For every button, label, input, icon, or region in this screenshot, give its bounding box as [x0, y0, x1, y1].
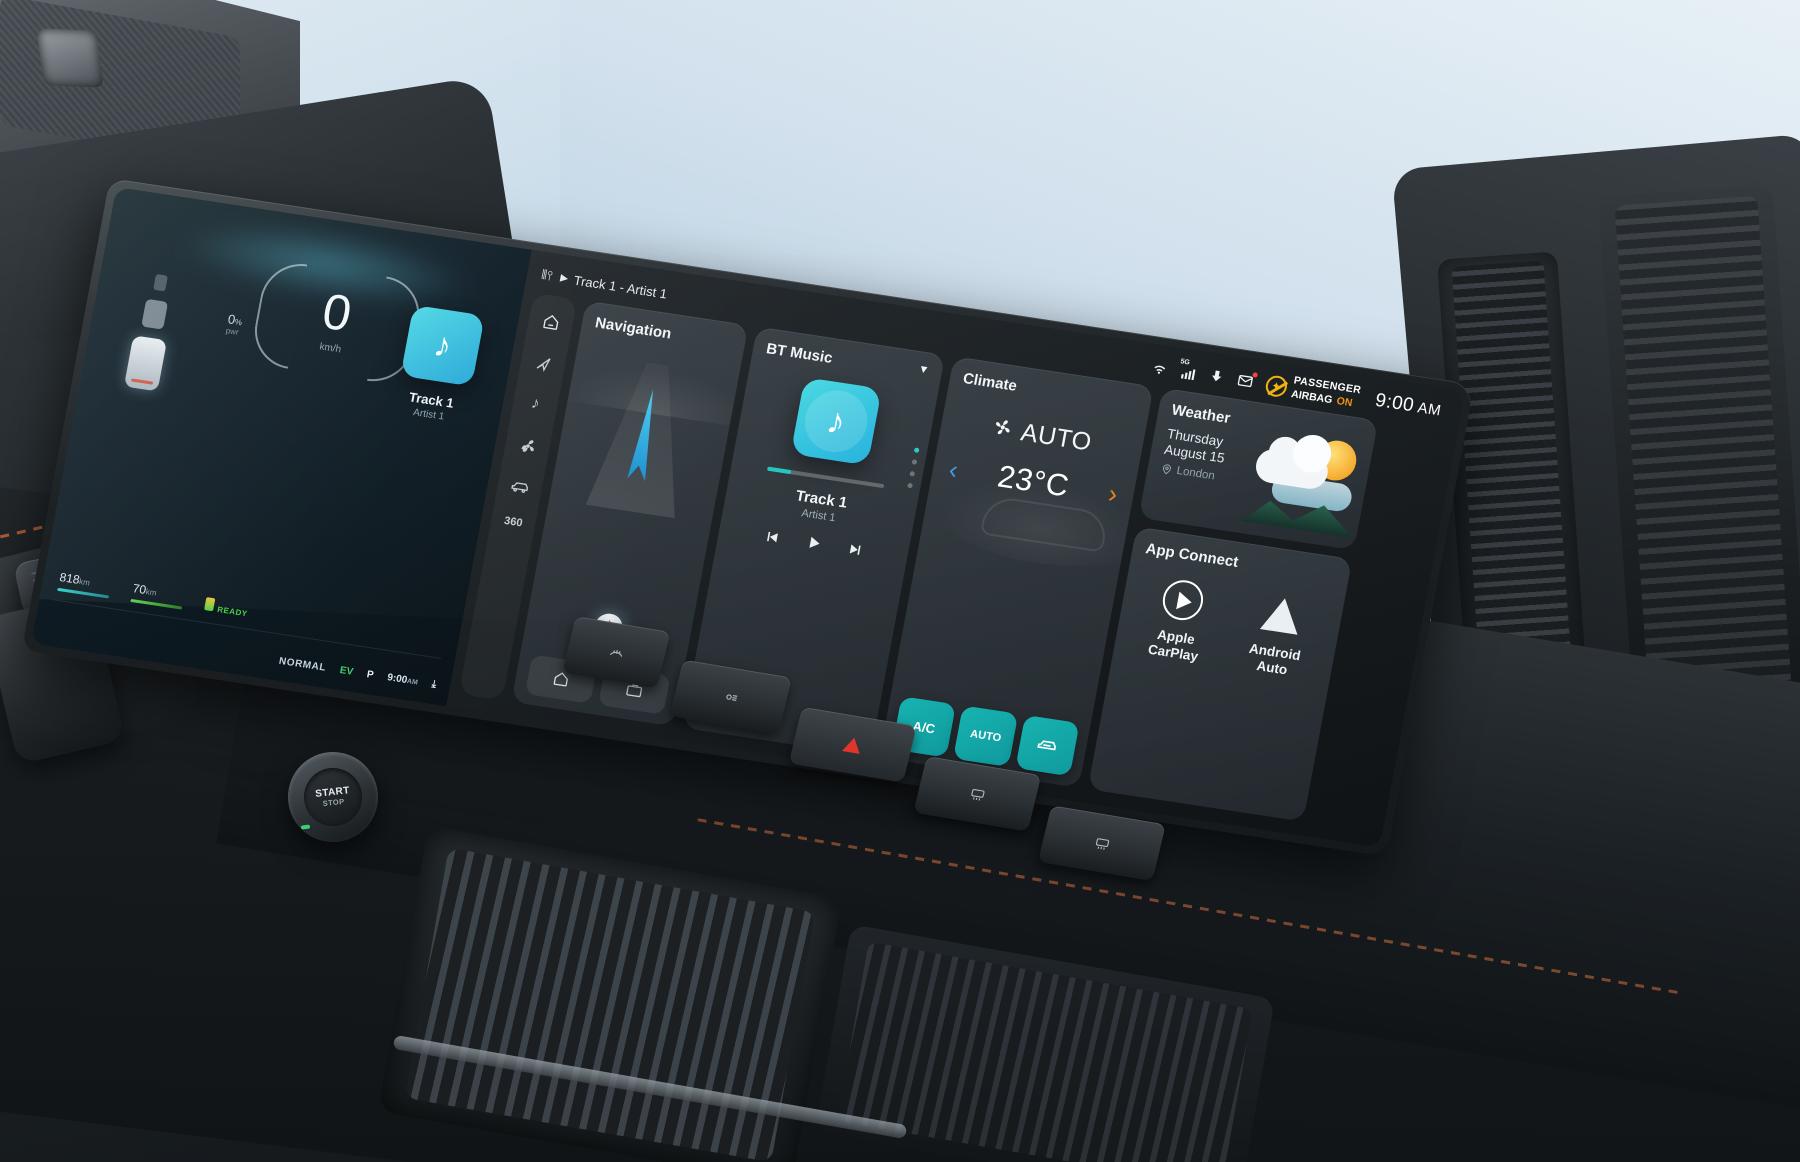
defrost-vent-slot: [36, 28, 104, 88]
notification-dot: [1251, 371, 1258, 378]
driver-cluster: 0 km/h 0% pwr 0 rpm: [31, 187, 532, 707]
passenger-airbag-off-icon: ✦: [1263, 373, 1289, 398]
page-dot-active[interactable]: [913, 447, 920, 454]
start-button-led: [300, 824, 311, 830]
camera-360-label: 360: [503, 514, 524, 530]
fuel-range: 70km: [130, 581, 185, 610]
rear-defrost-button[interactable]: [913, 756, 1042, 832]
previous-track-button[interactable]: [761, 527, 781, 550]
download-status-icon: ⤓: [430, 678, 438, 691]
wifi-icon[interactable]: [1149, 358, 1169, 377]
album-art: ♪: [790, 377, 882, 466]
battery-range-value: 818: [58, 570, 81, 587]
chevron-left-icon[interactable]: ‹: [947, 454, 961, 485]
music-header: BT Music ▼: [765, 340, 930, 381]
defrost-front-button[interactable]: [562, 616, 671, 689]
page-dot[interactable]: [907, 482, 913, 489]
ready-indicator: READY: [203, 597, 249, 619]
ego-vehicle-icon: [123, 335, 168, 392]
cluster-status-row: NORMAL EV P 9:00AM ⤓: [278, 656, 437, 691]
clock-time: 9:00: [1373, 389, 1416, 417]
android-auto-button[interactable]: Android Auto: [1225, 588, 1331, 684]
drive-mode-label: NORMAL: [278, 655, 327, 674]
track-artist: Artist 1: [800, 507, 837, 525]
android-auto-icon: [1257, 591, 1306, 639]
android-auto-label: Android Auto: [1247, 640, 1302, 678]
music-title: BT Music: [764, 340, 834, 367]
cluster-track-info: Track 1 Artist 1: [375, 385, 485, 428]
music-note-icon: ♪: [823, 399, 849, 443]
power-label: pwr: [225, 326, 240, 337]
stop-label: STOP: [322, 796, 345, 809]
music-note-icon: ♪: [430, 325, 455, 366]
cellular-label: 5G: [1179, 357, 1191, 366]
carplay-icon: [1158, 576, 1207, 624]
car-icon[interactable]: [506, 473, 534, 500]
power-unit: %: [233, 317, 243, 328]
partly-cloudy-icon: [1243, 425, 1369, 532]
app-list: Apple CarPlay Android Auto: [1126, 573, 1331, 684]
traffic-car-mid: [141, 298, 169, 330]
fuel-range-bar: [130, 598, 183, 610]
hazard-triangle-icon: [842, 735, 864, 754]
playback-progress-bar[interactable]: [766, 466, 885, 489]
album-art-ring: ♪: [799, 386, 873, 457]
cellular-5g-icon[interactable]: 5G: [1178, 358, 1198, 382]
clock-suffix: AM: [1416, 399, 1443, 420]
surround-camera-icon[interactable]: 360: [503, 515, 523, 530]
download-icon[interactable]: [1207, 367, 1227, 386]
start-stop-inner: START STOP: [301, 765, 365, 829]
battery-range-unit: km: [78, 577, 91, 588]
adas-traffic-view: [123, 272, 179, 392]
progress-fill: [766, 466, 792, 475]
cloud-shape: [1253, 446, 1331, 492]
fan-icon: [990, 415, 1015, 444]
apple-carplay-label: Apple CarPlay: [1146, 626, 1200, 665]
page-dot[interactable]: [911, 459, 918, 465]
traffic-car-far: [153, 273, 168, 292]
fan-mode-label: AUTO: [1018, 418, 1095, 457]
range-readouts: 818km 70km READY: [57, 570, 250, 619]
play-icon: ▶: [559, 272, 570, 285]
airbag-state: ON: [1335, 395, 1354, 410]
chevron-down-icon[interactable]: ▼: [917, 363, 930, 376]
fan-icon[interactable]: [514, 432, 542, 459]
next-track-button[interactable]: [845, 540, 865, 563]
battery-icon: [204, 597, 216, 612]
map-pin-icon: [1162, 464, 1171, 475]
home-icon[interactable]: [537, 308, 565, 335]
cluster-album-art: ♪: [400, 304, 485, 387]
music-note-icon[interactable]: ♪: [521, 391, 549, 418]
playback-controls: [761, 527, 865, 564]
hazard-lights-button[interactable]: [788, 706, 917, 783]
cluster-clock: 9:00AM: [386, 672, 419, 687]
cabin-scene: 0 km/h 0% pwr 0 rpm: [0, 0, 1800, 1162]
battery-range: 818km: [57, 570, 112, 599]
mail-icon[interactable]: [1236, 371, 1258, 390]
gear-label: P: [365, 669, 375, 681]
parking-sensor-button[interactable]: [669, 659, 792, 735]
battery-range-bar: [57, 587, 110, 599]
seat-heater-button[interactable]: [1037, 805, 1166, 881]
navigation-arrow-icon[interactable]: [529, 349, 557, 376]
weather-card[interactable]: Weather Thursday August 15 London: [1138, 387, 1379, 551]
weather-location-label: London: [1175, 464, 1216, 483]
climate-title: Climate: [961, 369, 1019, 395]
equalizer-icon: ⦀⫯: [540, 266, 555, 284]
apple-carplay-button[interactable]: Apple CarPlay: [1126, 573, 1232, 669]
ready-label: READY: [216, 604, 249, 619]
fuel-range-unit: km: [145, 587, 158, 598]
play-button[interactable]: [803, 533, 824, 557]
page-dot[interactable]: [909, 470, 916, 477]
page-indicator-dots: [907, 447, 920, 489]
powertrain-label: EV: [338, 664, 355, 678]
